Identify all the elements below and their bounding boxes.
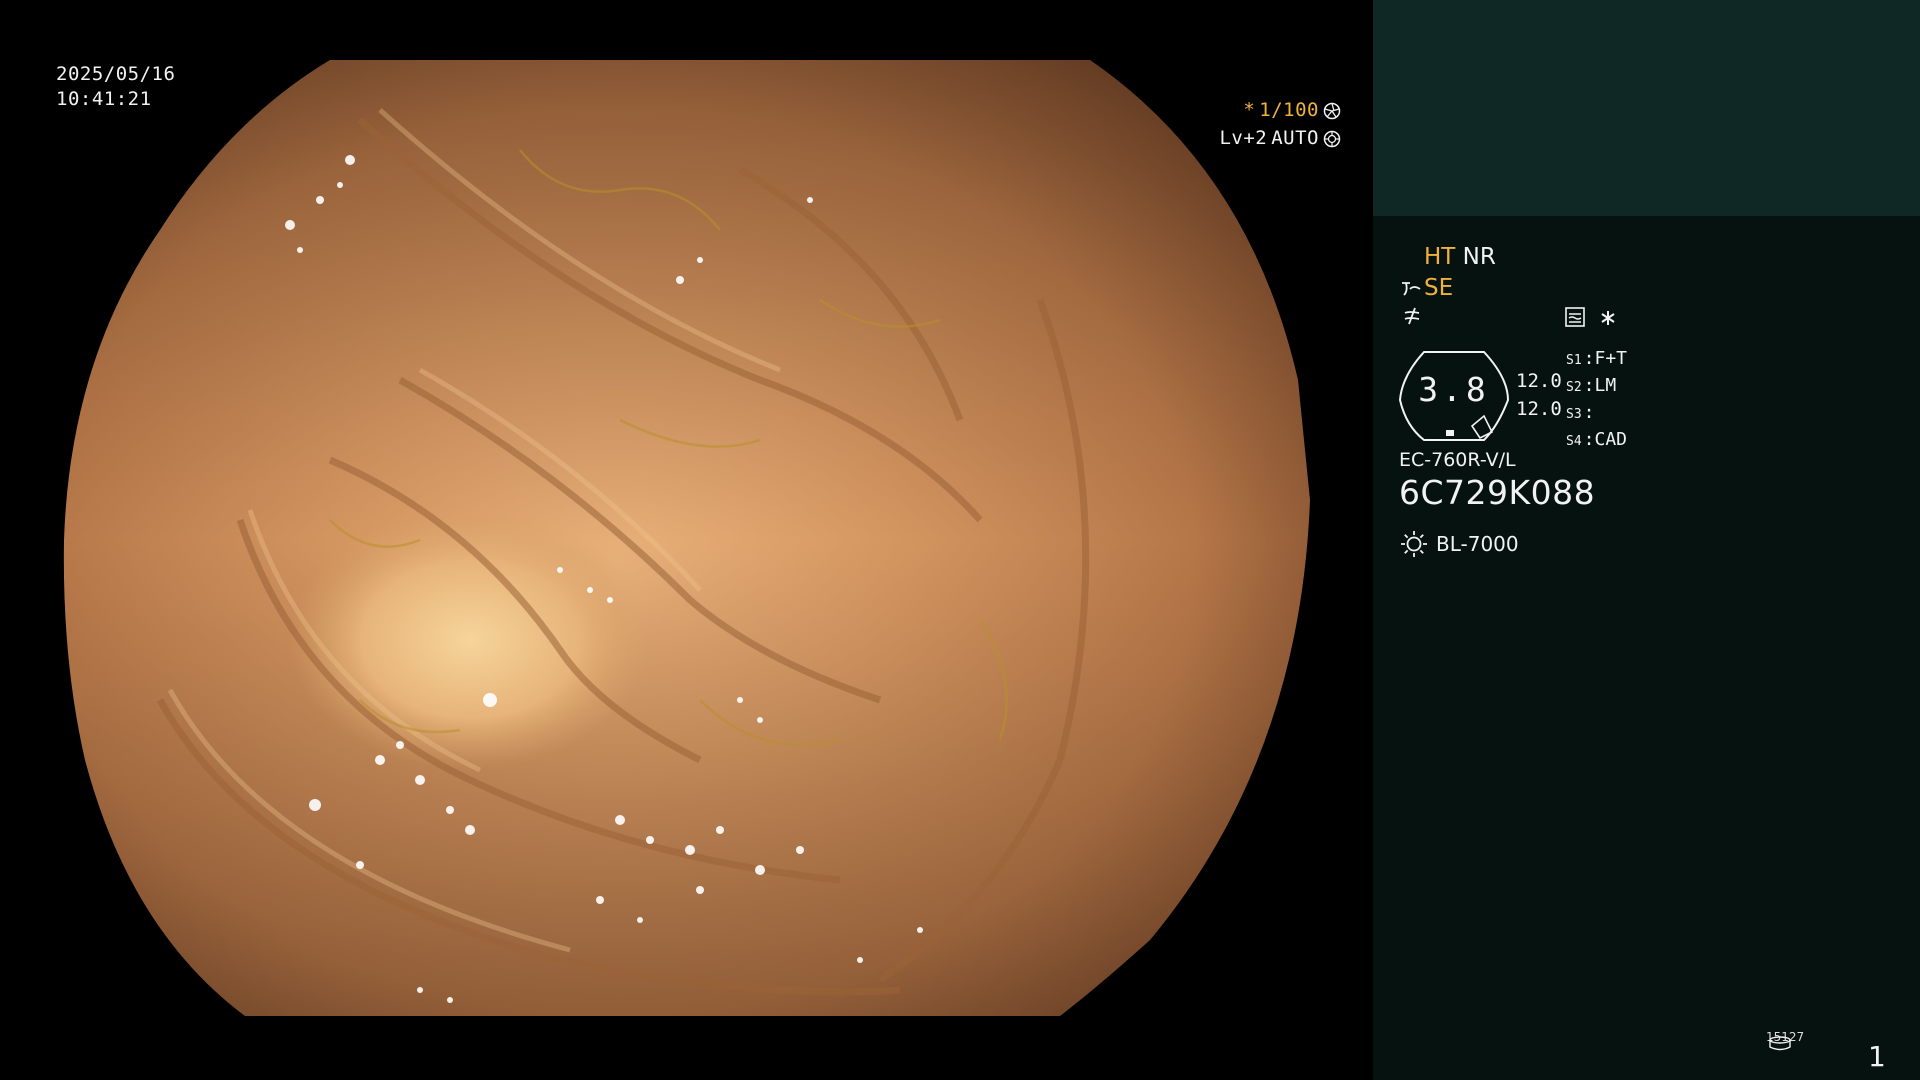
nr-mode: NR — [1462, 244, 1496, 270]
light-source-icon — [1401, 531, 1427, 557]
zoom-value: 3.8 — [1418, 370, 1490, 409]
switch-value: CAD — [1594, 429, 1628, 450]
endoscope-image-area: 2025/05/16 10:41:21 * 1/100 Lv+2 AUTO — [0, 0, 1373, 1080]
level-row: Lv+2 AUTO — [1219, 126, 1341, 151]
record-media-icon — [1769, 1036, 1791, 1051]
shutter-prefix: * — [1243, 99, 1256, 121]
asterisk-icon — [1601, 311, 1615, 325]
display-mode-icon — [1565, 307, 1585, 327]
aperture-icon — [1323, 102, 1341, 119]
switch-key: S3 — [1566, 407, 1582, 422]
patient-info-area — [1373, 0, 1920, 216]
switch-s4: S4:CAD — [1566, 429, 1628, 450]
shutter-row: * 1/100 — [1219, 98, 1341, 123]
switch-value: F+T — [1594, 348, 1628, 369]
scope-model: EC-760R-V/L — [1399, 449, 1516, 471]
exposure-mode: AUTO — [1271, 127, 1319, 149]
mode-row-1: HT NR — [1424, 242, 1496, 272]
scope-switch-list: S1:F+T S2:LM S3: S4:CAD — [1566, 346, 1627, 454]
switch-key: S4 — [1566, 434, 1582, 449]
switch-value: LM — [1594, 375, 1617, 396]
time-text: 10:41:21 — [56, 88, 152, 110]
param-1: 12.0 — [1516, 370, 1562, 392]
iris-icon — [1323, 130, 1341, 147]
enhancement-curve-icon — [1402, 282, 1421, 296]
ht-mode: HT — [1424, 244, 1456, 270]
switch-key: S2 — [1566, 380, 1582, 395]
mode-row-2: SE — [1400, 273, 1453, 303]
shutter-speed: 1/100 — [1259, 99, 1319, 121]
page-number: 1 — [1868, 1040, 1886, 1073]
sharpness-icon — [1404, 307, 1420, 325]
brightness-level: Lv+2 — [1219, 127, 1268, 149]
endoscopy-monitor: 2025/05/16 10:41:21 * 1/100 Lv+2 AUTO HT… — [0, 0, 1920, 1080]
date-time-display: 2025/05/16 10:41:21 — [56, 62, 175, 112]
light-source-model: BL-7000 — [1436, 532, 1519, 556]
switch-s3: S3: — [1566, 402, 1595, 423]
se-mode: SE — [1424, 275, 1454, 301]
switch-key: S1 — [1566, 353, 1582, 368]
light-source-row: BL-7000 — [1400, 530, 1519, 558]
endoscope-image — [63, 60, 1311, 1016]
exposure-status: * 1/100 Lv+2 AUTO — [1219, 98, 1341, 154]
switch-s1: S1:F+T — [1566, 348, 1628, 369]
date-text: 2025/05/16 — [56, 63, 176, 85]
zoom-badge: 3.8 — [1398, 350, 1510, 442]
switch-s2: S2:LM — [1566, 375, 1617, 396]
scope-serial: 6C729K088 — [1399, 473, 1596, 512]
param-2: 12.0 — [1516, 398, 1562, 420]
